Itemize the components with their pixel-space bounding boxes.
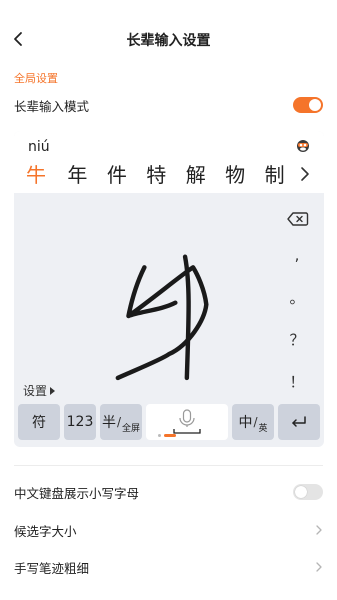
- number-key[interactable]: 123: [64, 404, 96, 440]
- toggle-knob: [295, 486, 307, 498]
- enter-icon: [292, 416, 306, 427]
- handwriting-stroke: [115, 254, 209, 381]
- elder-input-settings-page: 长辈输入设置 全局设置 长辈输入模式 niú 牛 年 件 特 解 物 制 , 。…: [0, 0, 337, 600]
- chevron-right-icon[interactable]: [298, 165, 312, 183]
- half-key-main: 半: [101, 415, 116, 431]
- space-key[interactable]: [146, 404, 228, 440]
- candidate-item[interactable]: 件: [107, 159, 146, 189]
- microphone-icon: [173, 409, 201, 434]
- candidate-item[interactable]: 牛: [26, 159, 67, 189]
- symbol-key-label: 符: [32, 415, 46, 431]
- comma-key[interactable]: ,: [282, 243, 312, 267]
- enter-key[interactable]: [278, 404, 320, 440]
- question-key[interactable]: ？: [282, 327, 312, 351]
- slash-divider: /: [253, 415, 258, 429]
- keyboard-preview: niú 牛 年 件 特 解 物 制 , 。 ？ ！ 设置 符 123 半 / 全…: [14, 131, 324, 447]
- period-key[interactable]: 。: [282, 285, 312, 309]
- section-label-global: 全局设置: [14, 72, 58, 85]
- candidate-size-label: 候选字大小: [14, 523, 77, 539]
- mascot-icon[interactable]: [295, 137, 311, 153]
- stroke-thickness-label: 手写笔迹粗细: [14, 560, 90, 576]
- candidate-item[interactable]: 特: [146, 159, 185, 189]
- page-title: 长辈输入设置: [126, 33, 211, 49]
- pinyin-composition: niú: [28, 139, 50, 155]
- stroke-thickness-row[interactable]: 手写笔迹粗细: [14, 556, 323, 578]
- chinese-english-switch-key[interactable]: 中 / 英: [232, 404, 274, 440]
- candidate-item[interactable]: 年: [67, 159, 106, 189]
- keyboard-settings-label: 设置: [23, 384, 48, 398]
- candidate-list: 牛 年 件 特 解 物 制: [26, 159, 304, 189]
- elder-mode-row: 长辈输入模式: [14, 94, 323, 116]
- triangle-right-icon: [50, 386, 56, 395]
- number-key-label: 123: [66, 414, 94, 430]
- candidate-bar: niú 牛 年 件 特 解 物 制: [14, 131, 324, 193]
- lowercase-letters-row: 中文键盘展示小写字母: [14, 481, 323, 503]
- candidate-size-row[interactable]: 候选字大小: [14, 519, 323, 541]
- symbol-key[interactable]: 符: [18, 404, 60, 440]
- page-indicator: [158, 434, 178, 437]
- lang-key-main: 中: [238, 415, 253, 431]
- backspace-icon[interactable]: [287, 211, 309, 227]
- half-key-sub: 全屏: [122, 423, 141, 434]
- lang-key-sub: 英: [258, 423, 268, 434]
- half-fullscreen-key[interactable]: 半 / 全屏: [100, 404, 142, 440]
- chevron-right-icon: [316, 525, 322, 535]
- lowercase-letters-toggle[interactable]: [293, 484, 323, 500]
- elder-mode-label: 长辈输入模式: [14, 98, 90, 114]
- section-divider: [14, 465, 323, 466]
- handwriting-area[interactable]: , 。 ？ ！ 设置: [14, 193, 324, 405]
- toggle-knob: [309, 99, 321, 111]
- header: 长辈输入设置: [0, 22, 337, 56]
- keyboard-settings-link[interactable]: 设置: [23, 382, 56, 399]
- candidate-item[interactable]: 解: [186, 159, 225, 189]
- chevron-right-icon: [316, 562, 322, 572]
- candidate-item[interactable]: 物: [225, 159, 264, 189]
- slash-divider: /: [116, 415, 122, 429]
- exclamation-key[interactable]: ！: [282, 369, 312, 393]
- elder-mode-toggle[interactable]: [293, 97, 323, 113]
- lowercase-letters-label: 中文键盘展示小写字母: [14, 485, 140, 501]
- keyboard-bottom-row: 符 123 半 / 全屏 中 / 英: [14, 404, 324, 442]
